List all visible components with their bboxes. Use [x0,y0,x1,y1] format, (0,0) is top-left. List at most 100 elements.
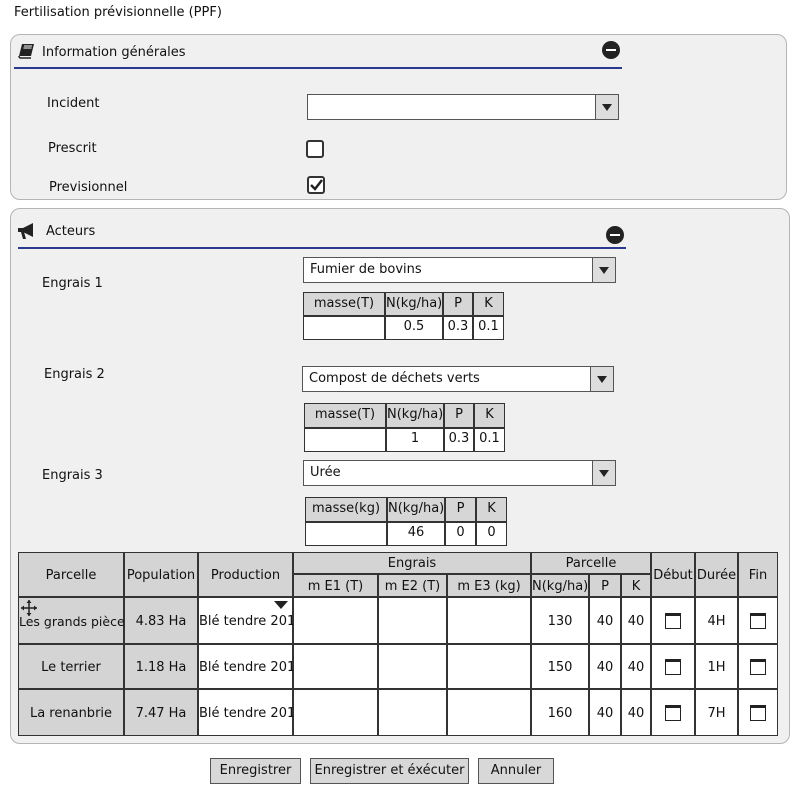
table-row-3-k[interactable]: 40 [621,689,651,736]
header-n: N(kg/ha) [531,574,589,597]
save-and-run-button[interactable]: Enregistrer et éxécuter [310,758,469,784]
engrais-3-header-masse: masse(kg) [305,497,387,522]
table-row-3-population: 7.47 Ha [124,689,198,736]
table-row-1-k[interactable]: 40 [621,597,651,644]
table-row-1-me2[interactable] [378,597,447,644]
chevron-down-icon[interactable] [592,258,615,282]
table-row-2-production[interactable]: Blé tendre 2014 [198,644,304,689]
engrais-1-header-n: N(kg/ha) [385,292,443,316]
table-row-3-p[interactable]: 40 [589,689,621,736]
table-row-3-production[interactable]: Blé tendre 2014 [198,689,304,736]
calendar-icon[interactable] [665,705,681,721]
page-title: Fertilisation prévisionnelle (PPF) [14,5,222,20]
table-row-2-n[interactable]: 150 [531,644,589,689]
engrais-1-k-value[interactable]: 0.1 [473,316,504,340]
engrais-1-header-k: K [473,292,504,316]
engrais-3-select[interactable]: Urée [303,460,616,486]
engrais-2-masse-input[interactable] [304,428,386,452]
engrais-3-k-value[interactable]: 0 [476,522,507,546]
header-p: P [589,574,621,597]
table-row-2-duree[interactable]: 1H [695,644,738,689]
calendar-icon[interactable] [750,705,766,721]
table-row-2-fin[interactable] [738,644,778,689]
engrais-2-k-value[interactable]: 0.1 [474,428,505,452]
header-me2: m E2 (T) [378,574,447,597]
table-row-2-me1[interactable] [293,644,378,689]
engrais-2-p-value[interactable]: 0.3 [444,428,474,452]
engrais-2-n-value[interactable]: 1 [386,428,444,452]
engrais-3-n-value[interactable]: 46 [387,522,445,546]
production-dropdown-icon[interactable] [274,601,288,609]
engrais-2-header-n: N(kg/ha) [386,403,444,428]
parcelle-table: Parcelle Population Production Engrais m… [18,552,778,738]
move-icon[interactable] [20,599,38,617]
table-row-3-duree[interactable]: 7H [695,689,738,736]
header-parcelle-group: Parcelle [531,552,651,574]
prescrit-label: Prescrit [48,141,97,156]
table-row-3-me2[interactable] [378,689,447,736]
table-row-1-n[interactable]: 130 [531,597,589,644]
table-row-3-me3[interactable] [447,689,531,736]
engrais-3-header-p: P [445,497,476,522]
table-row-2-parcelle: Le terrier [18,644,124,689]
table-row-1-duree[interactable]: 4H [695,597,738,644]
cancel-button[interactable]: Annuler [478,758,554,784]
chevron-down-icon[interactable] [590,367,613,391]
calendar-icon[interactable] [750,659,766,675]
table-row-2-population: 1.18 Ha [124,644,198,689]
header-engrais-group: Engrais [293,552,531,574]
engrais-2-header-masse: masse(T) [304,403,386,428]
table-row-2-me3[interactable] [447,644,531,689]
table-row-2-k[interactable]: 40 [621,644,651,689]
acteurs-divider [18,247,626,249]
table-row-2-me2[interactable] [378,644,447,689]
header-me1: m E1 (T) [293,574,378,597]
engrais-3-select-value: Urée [310,465,341,480]
previsionnel-checkbox[interactable] [307,176,325,194]
header-duree: Durée [695,552,738,597]
table-row-2-p[interactable]: 40 [589,644,621,689]
incident-label: Incident [47,96,100,111]
incident-select[interactable] [307,94,619,120]
engrais-2-label: Engrais 2 [44,367,105,382]
table-row-1-me1[interactable] [293,597,378,644]
header-debut: Début [651,552,695,597]
engrais-3-masse-input[interactable] [305,522,387,546]
table-row-1-fin[interactable] [738,597,778,644]
table-row-1-debut[interactable] [651,597,695,644]
engrais-3-label: Engrais 3 [42,468,103,483]
calendar-icon[interactable] [665,659,681,675]
header-fin: Fin [738,552,778,597]
collapse-acteurs-icon[interactable] [606,226,624,244]
table-row-3-parcelle: La renanbrie [18,689,124,736]
chevron-down-icon[interactable] [592,461,615,485]
engrais-1-select[interactable]: Fumier de bovins [303,257,616,283]
table-row-3-me1[interactable] [293,689,378,736]
engrais-3-p-value[interactable]: 0 [445,522,476,546]
table-row-2-debut[interactable] [651,644,695,689]
engrais-1-p-value[interactable]: 0.3 [443,316,473,340]
table-row-3-n[interactable]: 160 [531,689,589,736]
megaphone-icon [16,221,38,241]
header-me3: m E3 (kg) [447,574,531,597]
table-row-3-debut[interactable] [651,689,695,736]
engrais-2-select-value: Compost de déchets verts [309,371,480,386]
engrais-1-n-value[interactable]: 0.5 [385,316,443,340]
table-row-3-fin[interactable] [738,689,778,736]
prescrit-checkbox[interactable] [306,140,324,158]
acteurs-title: Acteurs [46,224,96,239]
chevron-down-icon[interactable] [595,95,618,119]
book-icon [18,43,36,59]
collapse-general-icon[interactable] [602,41,620,59]
table-row-1-me3[interactable] [447,597,531,644]
engrais-2-header-p: P [444,403,474,428]
calendar-icon[interactable] [750,613,766,629]
engrais-2-select[interactable]: Compost de déchets verts [302,366,614,392]
header-production: Production [198,552,293,597]
engrais-1-masse-input[interactable] [303,316,385,340]
table-row-1-p[interactable]: 40 [589,597,621,644]
general-info-title: Information générales [42,45,186,60]
calendar-icon[interactable] [665,613,681,629]
save-button[interactable]: Enregistrer [210,758,301,784]
engrais-1-select-value: Fumier de bovins [310,262,422,277]
